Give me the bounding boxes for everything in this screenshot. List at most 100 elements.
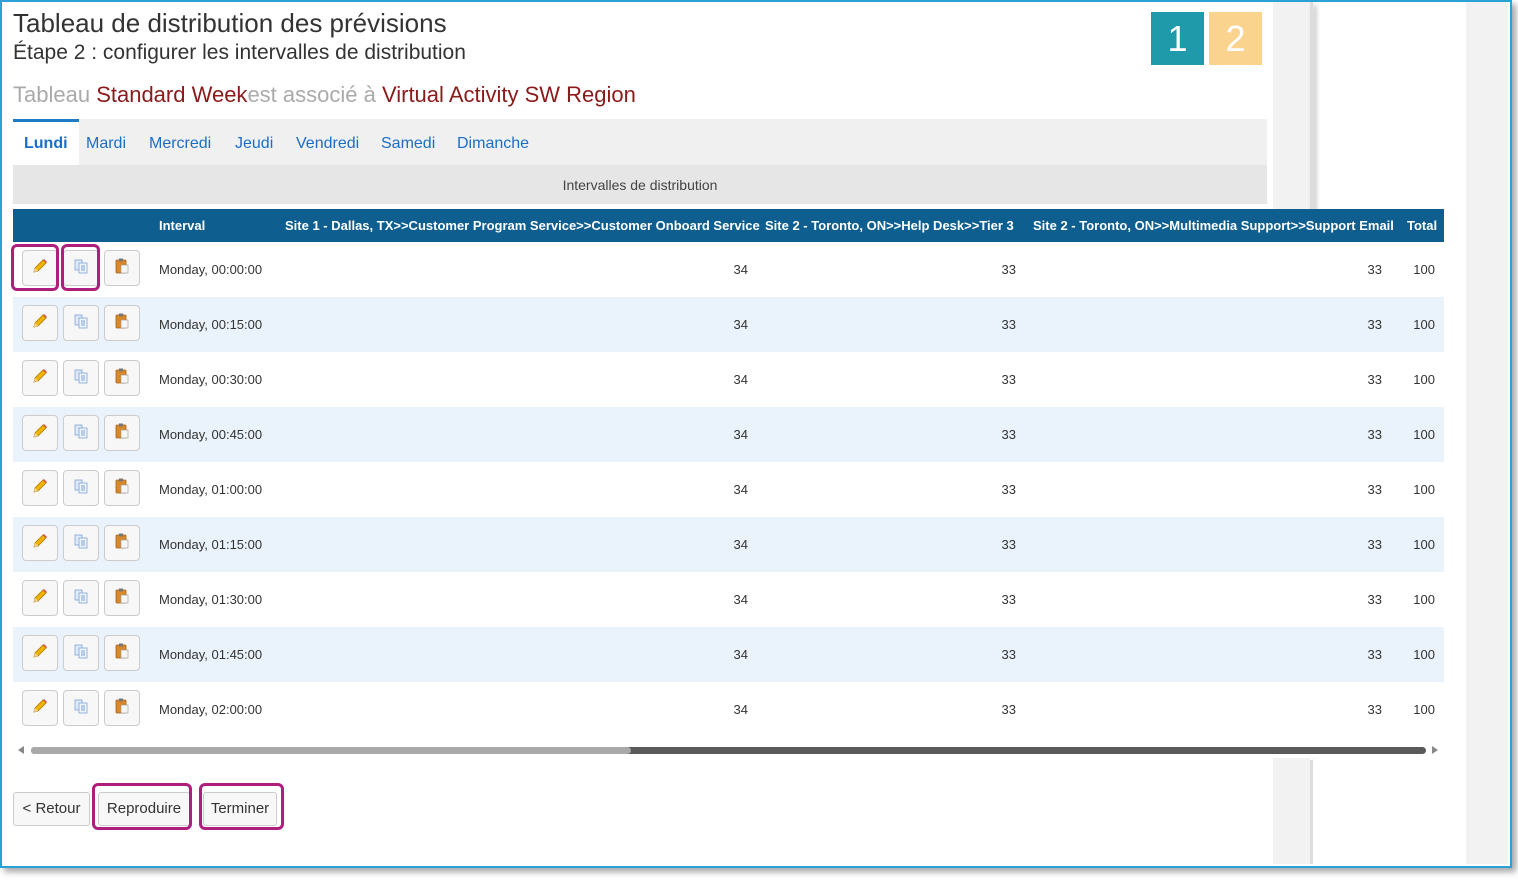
- paste-button[interactable]: [104, 250, 140, 286]
- site1-value: 34: [733, 372, 748, 387]
- tab-dimanche[interactable]: Dimanche: [446, 119, 540, 165]
- table-row: Monday, 01:45:00 34 33 33 100: [13, 627, 1444, 682]
- total-value: 100: [1413, 647, 1435, 662]
- tab-vendredi[interactable]: Vendredi: [285, 119, 370, 165]
- copy-button[interactable]: [63, 415, 99, 451]
- assoc-middle: est associé à: [247, 82, 382, 107]
- section-header: Intervalles de distribution: [13, 165, 1267, 204]
- paste-button[interactable]: [104, 525, 140, 561]
- site1-value: 34: [733, 592, 748, 607]
- paste-icon: [113, 587, 131, 610]
- paste-button[interactable]: [104, 470, 140, 506]
- interval-cell: Monday, 01:00:00: [159, 482, 263, 497]
- interval-cell: Monday, 01:45:00: [159, 647, 263, 662]
- edit-button[interactable]: [22, 360, 58, 396]
- site2-helpdesk-value: 33: [1001, 702, 1016, 717]
- edit-button[interactable]: [22, 635, 58, 671]
- interval-cell: Monday, 00:15:00: [159, 317, 263, 332]
- scroll-left-icon[interactable]: [18, 746, 24, 754]
- site1-value: 34: [733, 702, 748, 717]
- highlight-reproduce: [92, 783, 192, 830]
- scroll-thumb[interactable]: [31, 747, 631, 754]
- table-row: Monday, 01:15:00 34 33 33 100: [13, 517, 1444, 572]
- paste-button[interactable]: [104, 305, 140, 341]
- site2-multimedia-value: 33: [1367, 592, 1382, 607]
- step-1-indicator: 1: [1151, 12, 1204, 65]
- total-value: 100: [1413, 537, 1435, 552]
- highlight-finish: [199, 783, 284, 830]
- site1-value: 34: [733, 537, 748, 552]
- copy-button[interactable]: [63, 635, 99, 671]
- pencil-icon: [31, 367, 49, 390]
- edit-button[interactable]: [22, 305, 58, 341]
- site2-helpdesk-value: 33: [1001, 317, 1016, 332]
- copy-icon: [72, 587, 90, 610]
- site2-multimedia-value: 33: [1367, 537, 1382, 552]
- copy-button[interactable]: [63, 470, 99, 506]
- site2-helpdesk-value: 33: [1001, 262, 1016, 277]
- pencil-icon: [31, 697, 49, 720]
- tab-mercredi[interactable]: Mercredi: [138, 119, 222, 165]
- total-value: 100: [1413, 427, 1435, 442]
- paste-icon: [113, 642, 131, 665]
- highlight-copy: [61, 244, 100, 291]
- table-row: Monday, 00:00:00 34 33 33 100: [13, 242, 1444, 297]
- copy-icon: [72, 532, 90, 555]
- site1-value: 34: [733, 262, 748, 277]
- copy-icon: [72, 477, 90, 500]
- column-header-site2-multimedia: Site 2 - Toronto, ON>>Multimedia Support…: [1033, 218, 1394, 233]
- back-button[interactable]: < Retour: [13, 792, 90, 826]
- paste-button[interactable]: [104, 635, 140, 671]
- copy-button[interactable]: [63, 690, 99, 726]
- table-row: Monday, 00:45:00 34 33 33 100: [13, 407, 1444, 462]
- total-value: 100: [1413, 702, 1435, 717]
- page-subtitle: Étape 2 : configurer les intervalles de …: [13, 41, 466, 64]
- distribution-table: Interval Site 1 - Dallas, TX>>Customer P…: [13, 209, 1444, 757]
- site2-multimedia-value: 33: [1367, 647, 1382, 662]
- activity-name: Virtual Activity SW Region: [381, 82, 636, 107]
- step-2-indicator: 2: [1209, 12, 1262, 65]
- copy-button[interactable]: [63, 525, 99, 561]
- edit-button[interactable]: [22, 470, 58, 506]
- paste-icon: [113, 257, 131, 280]
- column-header-site2-helpdesk: Site 2 - Toronto, ON>>Help Desk>>Tier 3: [765, 218, 1014, 233]
- copy-button[interactable]: [63, 580, 99, 616]
- edit-button[interactable]: [22, 580, 58, 616]
- paste-button[interactable]: [104, 360, 140, 396]
- site1-value: 34: [733, 317, 748, 332]
- copy-button[interactable]: [63, 360, 99, 396]
- paste-button[interactable]: [104, 415, 140, 451]
- table-row: Monday, 00:30:00 34 33 33 100: [13, 352, 1444, 407]
- copy-icon: [72, 367, 90, 390]
- tab-mardi[interactable]: Mardi: [75, 119, 137, 165]
- pencil-icon: [31, 642, 49, 665]
- copy-icon: [72, 422, 90, 445]
- edit-button[interactable]: [22, 690, 58, 726]
- interval-cell: Monday, 02:00:00: [159, 702, 263, 717]
- pencil-icon: [31, 587, 49, 610]
- pencil-icon: [31, 532, 49, 555]
- paste-button[interactable]: [104, 580, 140, 616]
- tab-jeudi[interactable]: Jeudi: [224, 119, 284, 165]
- interval-cell: Monday, 01:15:00: [159, 537, 263, 552]
- tab-samedi[interactable]: Samedi: [370, 119, 446, 165]
- paste-icon: [113, 532, 131, 555]
- pencil-icon: [31, 312, 49, 335]
- copy-button[interactable]: [63, 305, 99, 341]
- edit-button[interactable]: [22, 525, 58, 561]
- tab-lundi[interactable]: Lundi: [13, 119, 79, 168]
- site2-multimedia-value: 33: [1367, 262, 1382, 277]
- site1-value: 34: [733, 482, 748, 497]
- edit-button[interactable]: [22, 415, 58, 451]
- copy-icon: [72, 642, 90, 665]
- horizontal-scrollbar[interactable]: [13, 742, 1444, 758]
- paste-icon: [113, 422, 131, 445]
- interval-cell: Monday, 00:45:00: [159, 427, 263, 442]
- copy-icon: [72, 312, 90, 335]
- background-strip: [1466, 2, 1508, 864]
- total-value: 100: [1413, 372, 1435, 387]
- scroll-right-icon[interactable]: [1432, 746, 1438, 754]
- total-value: 100: [1413, 592, 1435, 607]
- day-tabs: Lundi Mardi Mercredi Jeudi Vendredi Same…: [13, 119, 1267, 168]
- paste-button[interactable]: [104, 690, 140, 726]
